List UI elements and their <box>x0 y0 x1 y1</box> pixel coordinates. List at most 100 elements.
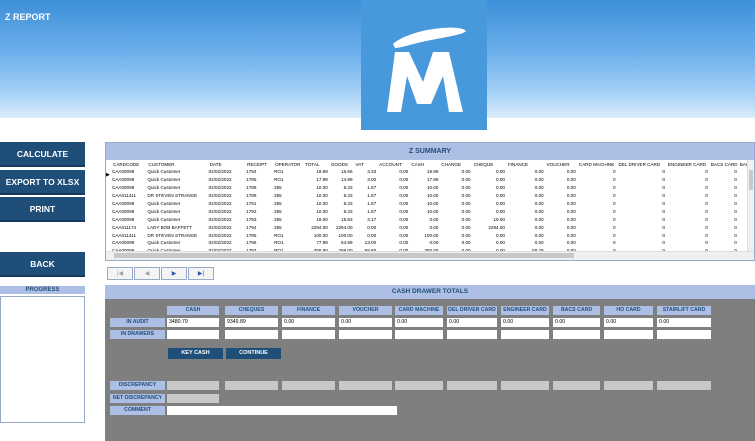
in-audit-cell[interactable]: 0.00 <box>282 318 335 327</box>
table-cell: 1794 <box>246 224 257 230</box>
table-cell: 0.00 <box>496 240 505 246</box>
table-cell: 0 <box>662 232 665 238</box>
in-drawers-cell[interactable] <box>447 330 497 339</box>
table-cell: CAA011411 <box>112 193 137 199</box>
in-drawers-cell[interactable] <box>501 330 549 339</box>
table-row[interactable]: CAA011411 DR STEVEN STRANGE 02/02/2022 1789… <box>111 192 754 200</box>
table-cell: 0 <box>612 177 616 183</box>
table-cell: 0.00 <box>367 232 377 238</box>
table-row[interactable]: CAA00099 Quick Customer 02/02/2022 1785 RO1 1… <box>111 176 754 184</box>
in-audit-cell[interactable]: 0.00 <box>553 318 600 327</box>
discrepancy-cell <box>282 381 335 390</box>
table-cell: 0 <box>734 208 737 214</box>
table-cell: 0 <box>734 193 737 199</box>
summary-table[interactable]: CARDCODE CUSTOMER DATE RECEIPT OPERATOR TOTAL… <box>111 160 754 254</box>
comment-input[interactable] <box>167 406 397 415</box>
vertical-scrollbar[interactable] <box>747 160 754 253</box>
column-header[interactable]: ENGINEER CARD <box>666 160 709 168</box>
last-page-button[interactable]: ▶| <box>188 267 214 280</box>
logo-m-icon <box>361 0 487 130</box>
discrepancy-cell <box>657 381 711 390</box>
table-cell: 10.00 <box>426 201 439 206</box>
in-audit-cell[interactable]: 0.00 <box>395 318 443 327</box>
column-header: VOUCHER <box>339 306 392 315</box>
column-header[interactable]: OPERATOR <box>273 160 303 168</box>
table-cell: 255 <box>274 208 282 214</box>
discrepancy-cell <box>501 381 549 390</box>
column-header[interactable]: CASH <box>409 160 439 168</box>
table-cell: 10.00 <box>316 185 328 191</box>
in-audit-cell[interactable]: 3480.79 <box>167 318 219 327</box>
table-cell: 0.00 <box>461 216 471 222</box>
next-page-button[interactable]: ▶ <box>161 267 187 280</box>
table-cell: 02/02/2022 <box>208 193 232 199</box>
table-row[interactable]: CAA00099 Quick Customer 02/02/2022 1793 255 1… <box>111 215 754 223</box>
table-cell: 0 <box>734 240 737 246</box>
in-audit-cell[interactable]: 0.00 <box>604 318 653 327</box>
column-header[interactable]: RECEIPT <box>245 160 273 168</box>
column-header[interactable]: CHANGE <box>439 160 471 168</box>
column-header[interactable]: BACS CARD <box>709 160 738 168</box>
in-drawers-cell[interactable] <box>604 330 653 339</box>
column-header[interactable]: CUSTOMER <box>146 160 207 168</box>
continue-button[interactable]: CONTINUE <box>226 348 281 359</box>
row-label-in-audit: IN AUDIT <box>110 318 165 327</box>
column-header[interactable]: CARD MACHINE <box>577 160 617 168</box>
table-cell: 02/02/2022 <box>208 177 232 183</box>
table-row[interactable]: CAA00099 Quick Customer 02/02/2022 1791 255 1… <box>111 200 754 208</box>
table-row[interactable]: CAA011174 LADY BOB BAFFETT 02/02/2022 1794 2… <box>111 223 754 231</box>
column-header[interactable]: CHEQUE <box>472 160 506 168</box>
table-cell: 0.00 <box>496 193 505 199</box>
table-row[interactable]: CAA00099 Quick Customer 02/02/2022 1784 RO1 1… <box>111 168 754 176</box>
table-cell: 1796 <box>246 240 257 246</box>
table-cell: 0 <box>705 193 708 199</box>
column-header[interactable]: CARDCODE <box>111 160 146 168</box>
table-row[interactable]: CAA00099 Quick Customer 02/02/2022 1788 255 1… <box>111 184 754 192</box>
table-cell: 1788 <box>246 185 257 191</box>
in-drawers-cell[interactable] <box>282 330 335 339</box>
discrepancy-cell <box>604 381 653 390</box>
in-drawers-cell[interactable] <box>395 330 443 339</box>
horizontal-scrollbar[interactable] <box>106 251 754 260</box>
table-row[interactable]: CAA00099 Quick Customer 02/02/2022 1792 255 1… <box>111 207 754 215</box>
table-cell: 100.00 <box>313 232 328 238</box>
table-cell: 15.83 <box>341 216 353 222</box>
table-cell: 1.67 <box>367 208 377 214</box>
triangle-right-icon: ▶ <box>106 172 110 178</box>
column-header[interactable]: GOODS <box>329 160 354 168</box>
print-button[interactable]: PRINT <box>0 197 85 222</box>
table-row[interactable]: CAA011411 DR STEVEN STRANGE 02/02/2022 1795… <box>111 231 754 239</box>
in-drawers-cell[interactable] <box>167 330 219 339</box>
back-button[interactable]: BACK <box>0 252 85 277</box>
column-header[interactable]: DATE <box>208 160 246 168</box>
table-cell: 0 <box>612 224 616 230</box>
column-header[interactable]: VAT <box>354 160 378 168</box>
in-audit-cell[interactable]: 9349.89 <box>225 318 278 327</box>
in-audit-cell[interactable]: 0.00 <box>501 318 549 327</box>
column-header[interactable]: DEL DRIVER CARD <box>617 160 666 168</box>
table-cell: RO1 <box>274 240 284 246</box>
table-cell: 0 <box>612 193 616 199</box>
in-drawers-cell[interactable] <box>553 330 600 339</box>
table-cell: 0.00 <box>534 193 544 199</box>
in-audit-cell[interactable]: 0.00 <box>657 318 711 327</box>
calculate-button[interactable]: CALCULATE <box>0 142 85 167</box>
table-row[interactable]: CAA00099 Quick Customer 02/02/2022 1796 RO1 7… <box>111 239 754 247</box>
row-label-comment: COMMENT <box>110 406 165 415</box>
in-drawers-cell[interactable] <box>657 330 711 339</box>
in-audit-cell[interactable]: 0.00 <box>447 318 497 327</box>
in-audit-cell[interactable]: 0.00 <box>339 318 392 327</box>
prev-page-button[interactable]: ◀ <box>134 267 160 280</box>
table-cell: RO1 <box>274 177 284 183</box>
column-header[interactable]: FINANCE <box>506 160 545 168</box>
column-header[interactable]: TOTAL <box>303 160 329 168</box>
in-drawers-cell[interactable] <box>339 330 392 339</box>
export-xlsx-button[interactable]: EXPORT TO XLSX <box>0 170 85 195</box>
column-header[interactable]: ACCOUNT <box>377 160 409 168</box>
table-cell: RO1 <box>274 232 284 238</box>
key-cash-button[interactable]: KEY CASH <box>168 348 223 359</box>
column-header[interactable]: VOUCHER <box>545 160 577 168</box>
table-cell: 1789 <box>246 193 257 199</box>
in-drawers-cell[interactable] <box>225 330 278 339</box>
first-page-button[interactable]: |◀ <box>107 267 133 280</box>
